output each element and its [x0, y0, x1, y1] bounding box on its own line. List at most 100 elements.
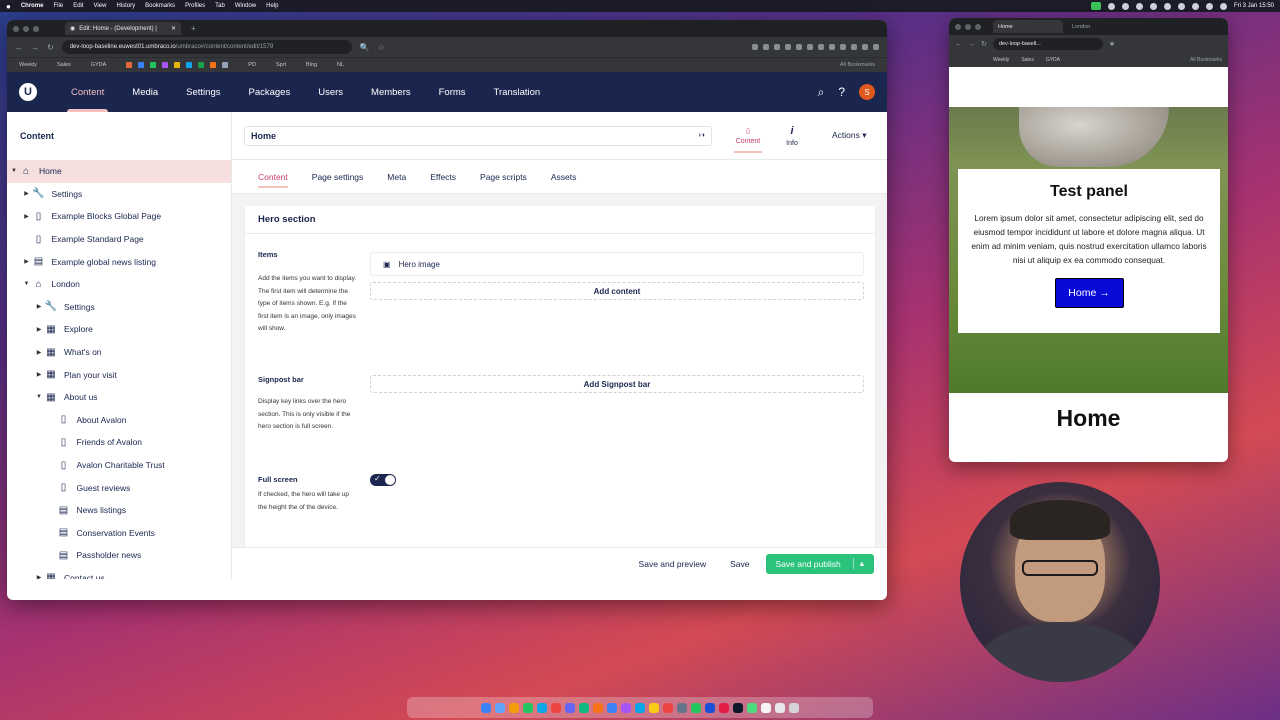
app-icon[interactable] — [691, 702, 701, 713]
tree-item[interactable]: ▶ ▦ Explore — [7, 318, 231, 341]
reload-icon[interactable]: ↻ — [47, 43, 54, 52]
menubar-help[interactable]: Help — [266, 3, 278, 9]
extension-icon[interactable] — [807, 44, 813, 50]
search-icon[interactable] — [1205, 2, 1213, 10]
app-icon[interactable] — [551, 702, 561, 713]
tab-assets[interactable]: Assets — [539, 160, 589, 194]
caret-right-icon[interactable]: ▶ — [22, 258, 32, 265]
tree-item[interactable]: ▯ Guest reviews — [7, 476, 231, 499]
tab-meta[interactable]: Meta — [375, 160, 418, 194]
close-window-button[interactable] — [13, 25, 19, 32]
tree-item[interactable]: ▶ ▦ Plan your visit — [7, 363, 231, 386]
menubar-tab[interactable]: Tab — [215, 3, 225, 9]
bookmark-sales[interactable]: Sales — [57, 62, 71, 68]
section-members[interactable]: Members — [357, 72, 425, 112]
actions-dropdown[interactable]: Actions ▾ — [832, 130, 867, 141]
tab-content[interactable]: Content — [246, 160, 300, 194]
finder-icon[interactable] — [481, 702, 491, 713]
preview-address-bar[interactable]: dev-loop-basell... — [992, 38, 1103, 50]
menubar-edit[interactable]: Edit — [73, 3, 83, 9]
caret-right-icon[interactable]: ▶ — [34, 371, 44, 378]
bookmark-favicon-icon[interactable] — [150, 62, 157, 68]
menubar-app-name[interactable]: Chrome — [21, 3, 44, 9]
culture-toggle-icon[interactable]: ›◑ — [698, 132, 705, 139]
status-icon[interactable] — [1177, 2, 1185, 10]
caret-up-icon[interactable]: ▴ — [852, 558, 864, 569]
browser-tab[interactable]: ◉ Edit: Home - (Development) | ✕ — [65, 22, 181, 35]
bookmark-star-icon[interactable]: ★ — [1109, 40, 1115, 48]
status-icon[interactable] — [1149, 2, 1157, 10]
bookmark-favicon-icon[interactable] — [138, 62, 145, 68]
umbraco-logo-icon[interactable]: U — [19, 83, 37, 101]
section-packages[interactable]: Packages — [234, 72, 304, 112]
app-icon[interactable] — [635, 702, 645, 713]
section-forms[interactable]: Forms — [425, 72, 480, 112]
app-icon[interactable] — [733, 702, 743, 713]
bookmark-weekly[interactable]: Weekly — [19, 62, 37, 68]
bookmark-sales[interactable]: Sales — [1021, 57, 1034, 63]
all-bookmarks[interactable]: All Bookmarks — [840, 62, 875, 68]
extension-icon[interactable] — [785, 44, 791, 50]
back-icon[interactable]: ← — [955, 41, 962, 48]
caret-right-icon[interactable]: ▶ — [34, 326, 44, 333]
section-users[interactable]: Users — [304, 72, 357, 112]
extension-icon[interactable] — [829, 44, 835, 50]
menu-kebab-icon[interactable] — [873, 44, 879, 50]
bookmark-favicon-icon[interactable] — [222, 62, 229, 68]
tree-item[interactable]: ▼ ▦ About us — [7, 386, 231, 409]
tree-item[interactable]: ▶ ▦ Contact us — [7, 567, 231, 579]
all-bookmarks[interactable]: All Bookmarks — [1190, 57, 1222, 63]
search-icon[interactable]: ⌕ — [818, 85, 825, 100]
section-translation[interactable]: Translation — [480, 72, 555, 112]
bookmark-star-icon[interactable]: ☆ — [378, 43, 385, 52]
app-icon[interactable] — [663, 702, 673, 713]
add-signpost-button[interactable]: Add Signpost bar — [370, 375, 864, 393]
bookmark-favicon-icon[interactable] — [126, 62, 133, 68]
bookmark-weekly[interactable]: Weekly — [993, 57, 1009, 63]
tab-page-scripts[interactable]: Page scripts — [468, 160, 539, 194]
address-bar[interactable]: dev-loop-baseline.euwest01.umbraco.io/um… — [61, 40, 352, 54]
app-icon[interactable] — [747, 702, 757, 713]
app-icon[interactable] — [705, 702, 715, 713]
node-name-input[interactable]: Home ›◑ — [244, 125, 712, 146]
app-icon[interactable] — [495, 702, 505, 713]
tree-item[interactable]: ▤ Passholder news — [7, 544, 231, 567]
app-icon[interactable] — [523, 702, 533, 713]
status-icon[interactable] — [1107, 2, 1115, 10]
user-avatar[interactable]: S — [859, 84, 875, 100]
bookmark-favicon-icon[interactable] — [210, 62, 217, 68]
trash-icon[interactable] — [789, 702, 799, 713]
bookmark-favicon-icon[interactable] — [186, 62, 193, 68]
app-icon[interactable] — [649, 702, 659, 713]
new-tab-icon[interactable]: + — [191, 24, 196, 33]
save-and-preview-button[interactable]: Save and preview — [631, 554, 715, 574]
tree-item[interactable]: ▤ News listings — [7, 499, 231, 522]
app-icon[interactable] — [537, 702, 547, 713]
menubar-window[interactable]: Window — [235, 3, 256, 9]
preview-tab-home[interactable]: Home — [993, 20, 1063, 33]
status-icon[interactable] — [1163, 2, 1171, 10]
caret-right-icon[interactable]: ▶ — [34, 303, 44, 310]
caret-right-icon[interactable]: ▶ — [22, 190, 32, 197]
extension-icon[interactable] — [840, 44, 846, 50]
help-icon[interactable]: ? — [838, 85, 845, 99]
extension-icon[interactable] — [796, 44, 802, 50]
menubar-profiles[interactable]: Profiles — [185, 3, 205, 9]
fullscreen-toggle[interactable]: ✓ — [370, 474, 396, 486]
zoom-window-button[interactable] — [33, 25, 39, 32]
caret-right-icon[interactable]: ▶ — [34, 349, 44, 356]
app-icon[interactable] — [621, 702, 631, 713]
menubar-view[interactable]: View — [94, 3, 107, 9]
menubar-bookmarks[interactable]: Bookmarks — [145, 3, 175, 9]
section-media[interactable]: Media — [118, 72, 172, 112]
extension-icon[interactable] — [752, 44, 758, 50]
control-center-icon[interactable] — [1219, 2, 1227, 10]
close-window-button[interactable] — [955, 23, 961, 30]
minimize-window-button[interactable] — [965, 23, 971, 30]
tab-page-settings[interactable]: Page settings — [300, 160, 376, 194]
app-icon[interactable] — [719, 702, 729, 713]
zoom-window-button[interactable] — [975, 23, 981, 30]
menubar-clock[interactable]: Fri 3 Jan 15:50 — [1234, 3, 1274, 9]
bookmark-sprt[interactable]: Sprt — [276, 62, 286, 68]
bookmark-gyda[interactable]: GYDA — [1046, 57, 1060, 63]
